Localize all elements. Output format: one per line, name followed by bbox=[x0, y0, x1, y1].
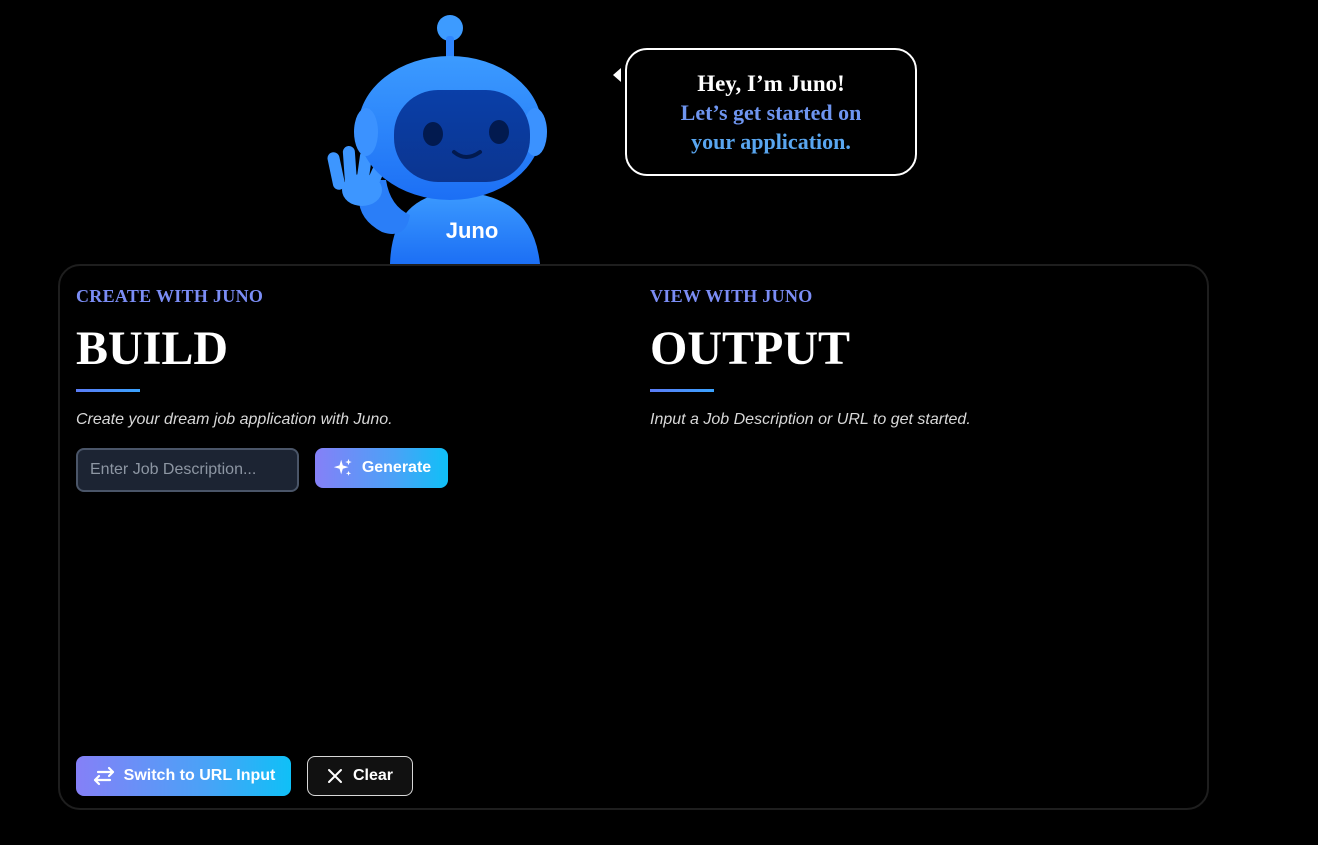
build-title-underline bbox=[76, 389, 140, 392]
bubble-greeting: Hey, I’m Juno! bbox=[697, 70, 845, 96]
clear-label: Clear bbox=[352, 767, 394, 784]
generate-label: Generate bbox=[361, 459, 432, 476]
output-title-underline bbox=[650, 389, 714, 392]
job-description-input[interactable] bbox=[76, 448, 299, 492]
bubble-line-2: your application. bbox=[691, 128, 851, 154]
sparkle-icon bbox=[332, 457, 354, 479]
build-title: BUILD bbox=[76, 322, 229, 375]
build-eyebrow: CREATE WITH JUNO bbox=[76, 286, 264, 306]
speech-bubble-pointer bbox=[613, 68, 621, 82]
bubble-line-1: Let’s get started on bbox=[680, 99, 862, 125]
job-input-row: Generate bbox=[76, 448, 616, 492]
mascot-name-label: Juno bbox=[446, 218, 499, 243]
main-panel: CREATE WITH JUNO BUILD Create your dream… bbox=[58, 264, 1209, 810]
build-description: Create your dream job application with J… bbox=[76, 411, 393, 428]
switch-label: Switch to URL Input bbox=[123, 767, 276, 784]
speech-bubble: Hey, I’m Juno! Let’s get started on your… bbox=[625, 48, 917, 176]
clear-button[interactable]: Clear bbox=[307, 756, 413, 796]
close-icon bbox=[327, 768, 343, 784]
output-eyebrow: VIEW WITH JUNO bbox=[650, 286, 813, 306]
juno-robot-mascot: Juno bbox=[327, 15, 547, 264]
output-section: VIEW WITH JUNO OUTPUT Input a Job Descri… bbox=[650, 286, 1190, 429]
output-description: Input a Job Description or URL to get st… bbox=[650, 411, 971, 428]
generate-button[interactable]: Generate bbox=[315, 448, 448, 488]
bottom-actions: Switch to URL Input Clear bbox=[76, 756, 413, 796]
switch-to-url-button[interactable]: Switch to URL Input bbox=[76, 756, 291, 796]
build-section: CREATE WITH JUNO BUILD Create your dream… bbox=[76, 286, 616, 796]
output-title: OUTPUT bbox=[650, 322, 851, 375]
swap-arrows-icon bbox=[92, 766, 116, 786]
